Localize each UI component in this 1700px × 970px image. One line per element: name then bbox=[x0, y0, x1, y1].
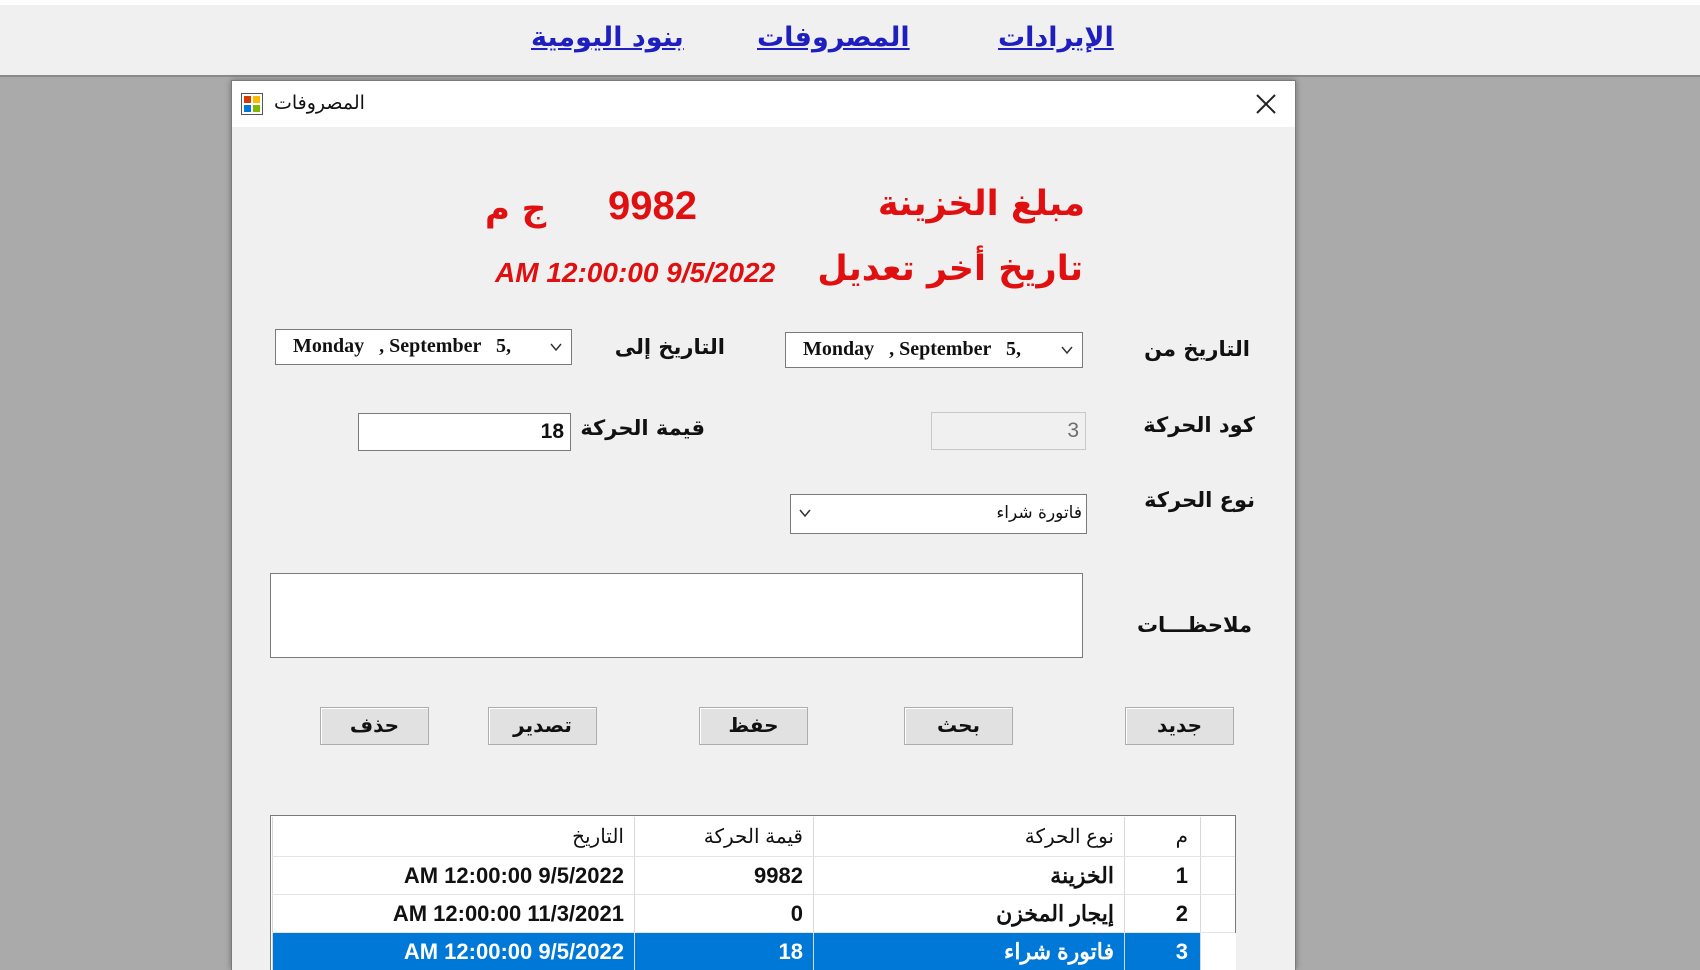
nav-link-expenses[interactable]: المصروفات bbox=[757, 22, 910, 53]
close-button[interactable] bbox=[1237, 81, 1295, 127]
row-type[interactable]: فاتورة شراء bbox=[813, 933, 1124, 970]
treasury-amount: 9982 bbox=[608, 184, 697, 228]
row-value[interactable]: 18 bbox=[634, 933, 813, 970]
row-value[interactable]: 0 bbox=[634, 895, 813, 932]
date-from-label: التاريخ من bbox=[1144, 337, 1250, 361]
table-row-selected[interactable]: AM 12:00:00 9/5/2022 18 فاتورة شراء 3 bbox=[272, 933, 1236, 970]
export-button[interactable]: تصدير bbox=[488, 707, 597, 745]
date-to-label: التاريخ إلى bbox=[614, 335, 725, 359]
row-spacer bbox=[1200, 895, 1236, 932]
code-field[interactable]: 3 bbox=[931, 412, 1086, 450]
chevron-down-icon bbox=[550, 343, 562, 352]
row-spacer bbox=[1200, 933, 1236, 970]
last-modified-label: تاريخ أخر تعديل bbox=[817, 249, 1083, 289]
window-titlebar[interactable]: المصروفات bbox=[232, 81, 1295, 127]
table-row[interactable]: AM 12:00:00 11/3/2021 0 إيجار المخزن 2 bbox=[272, 895, 1235, 933]
date-from-value: Monday , September 5, bbox=[803, 338, 1021, 360]
treasury-label: مبلغ الخزينة bbox=[877, 184, 1085, 224]
top-nav-bar: بنود اليومية المصروفات الإيرادات bbox=[0, 0, 1700, 77]
nav-link-journal-items[interactable]: بنود اليومية bbox=[531, 22, 684, 53]
type-combobox[interactable]: فاتورة شراء bbox=[790, 494, 1087, 534]
row-date[interactable]: AM 12:00:00 9/5/2022 bbox=[272, 857, 634, 894]
code-label: كود الحركة bbox=[1143, 413, 1255, 437]
amount-label: قيمة الحركة bbox=[580, 416, 705, 440]
row-type[interactable]: الخزينة bbox=[813, 857, 1124, 894]
currency-label: ج م bbox=[485, 189, 547, 229]
grid-header-corner bbox=[1200, 817, 1236, 856]
app-form-icon bbox=[241, 93, 263, 115]
amount-field[interactable]: 18 bbox=[358, 413, 571, 451]
table-row[interactable]: AM 12:00:00 9/5/2022 9982 الخزينة 1 bbox=[272, 857, 1235, 895]
header-num[interactable]: م bbox=[1124, 817, 1200, 856]
chevron-down-icon bbox=[799, 509, 811, 518]
header-value[interactable]: قيمة الحركة bbox=[634, 817, 813, 856]
type-label: نوع الحركة bbox=[1144, 488, 1255, 512]
date-to-picker[interactable]: Monday , September 5, bbox=[275, 329, 572, 365]
movements-grid[interactable]: التاريخ قيمة الحركة نوع الحركة م AM 12:0… bbox=[270, 815, 1236, 970]
header-date[interactable]: التاريخ bbox=[272, 817, 634, 856]
row-date[interactable]: AM 12:00:00 9/5/2022 bbox=[272, 933, 634, 970]
row-num[interactable]: 2 bbox=[1124, 895, 1200, 932]
save-button[interactable]: حفظ bbox=[699, 707, 808, 745]
chevron-down-icon bbox=[1061, 346, 1073, 355]
row-type[interactable]: إيجار المخزن bbox=[813, 895, 1124, 932]
grid-header-row: التاريخ قيمة الحركة نوع الحركة م bbox=[272, 817, 1235, 857]
new-button[interactable]: جديد bbox=[1125, 707, 1234, 745]
close-icon bbox=[1256, 94, 1276, 114]
row-value[interactable]: 9982 bbox=[634, 857, 813, 894]
date-to-value: Monday , September 5, bbox=[293, 335, 511, 357]
row-spacer bbox=[1200, 857, 1236, 894]
last-modified-value: AM 12:00:00 9/5/2022 bbox=[495, 257, 776, 288]
type-value: فاتورة شراء bbox=[996, 503, 1082, 523]
notes-label: ملاحظـــات bbox=[1136, 613, 1252, 637]
search-button[interactable]: بحث bbox=[904, 707, 1013, 745]
row-num[interactable]: 3 bbox=[1124, 933, 1200, 970]
expenses-window: المصروفات مبلغ الخزينة 9982 ج م تاريخ أخ… bbox=[231, 80, 1296, 970]
window-title: المصروفات bbox=[274, 92, 365, 114]
row-date[interactable]: AM 12:00:00 11/3/2021 bbox=[272, 895, 634, 932]
nav-link-revenues[interactable]: الإيرادات bbox=[998, 22, 1114, 53]
header-type[interactable]: نوع الحركة bbox=[813, 817, 1124, 856]
date-from-picker[interactable]: Monday , September 5, bbox=[785, 332, 1083, 368]
row-num[interactable]: 1 bbox=[1124, 857, 1200, 894]
delete-button[interactable]: حذف bbox=[320, 707, 429, 745]
notes-textarea[interactable] bbox=[270, 573, 1083, 658]
